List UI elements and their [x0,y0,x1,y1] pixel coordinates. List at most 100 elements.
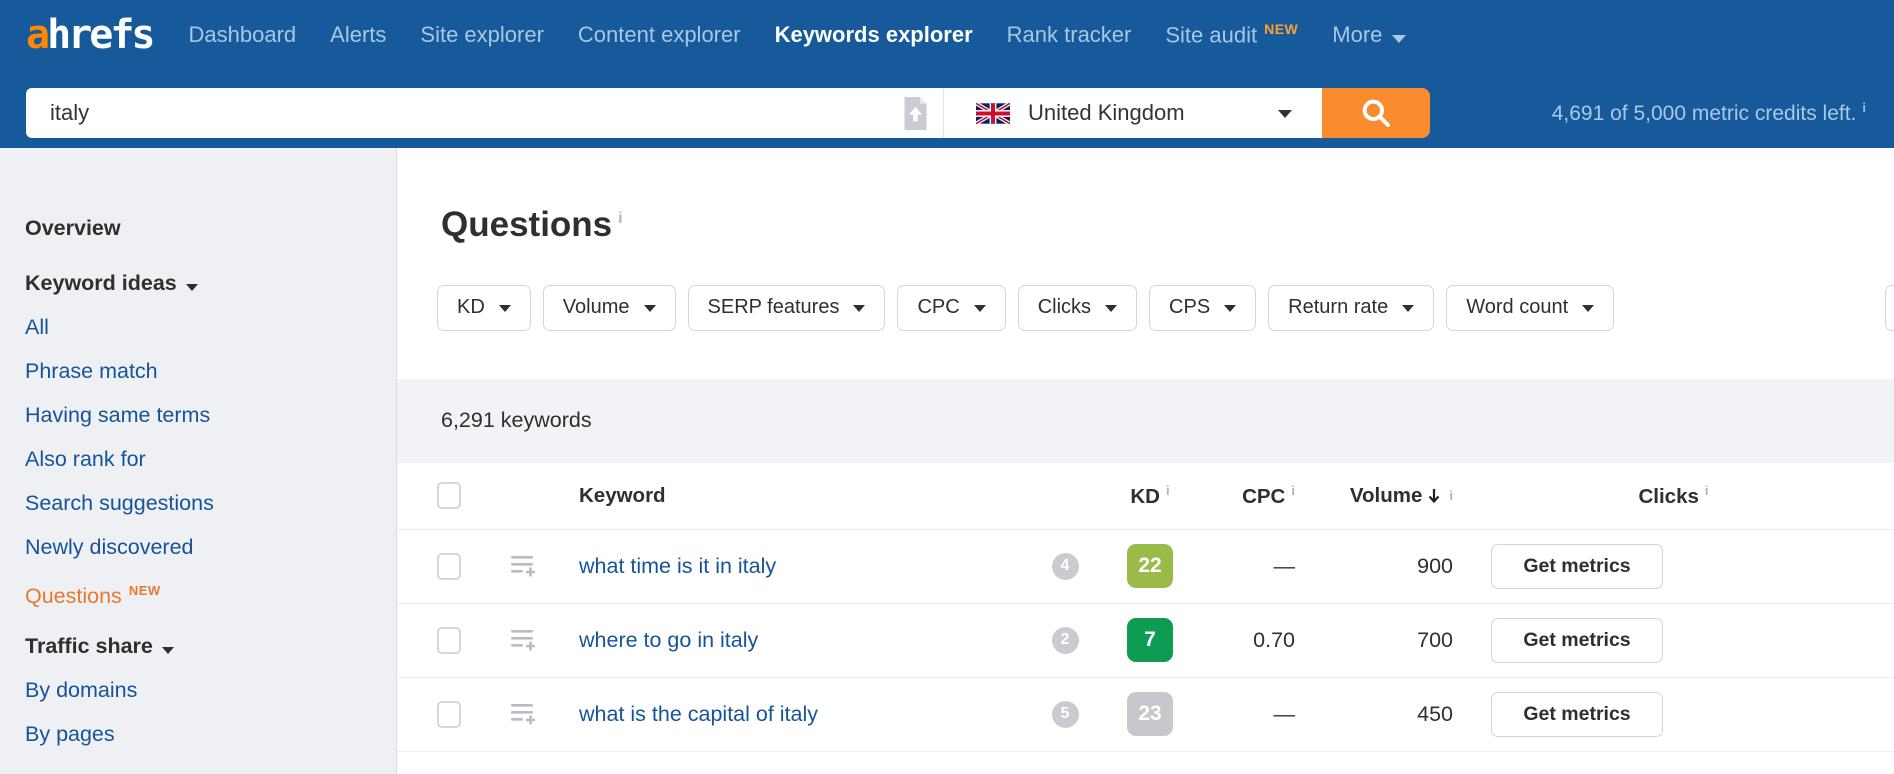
sidebar-item-questions[interactable]: QuestionsNEW [25,569,396,613]
add-to-list-icon[interactable] [509,553,569,580]
sidebar-group-traffic-share[interactable]: Traffic share [25,624,396,668]
info-icon[interactable]: i [1166,483,1170,498]
get-metrics-button[interactable]: Get metrics [1491,618,1663,663]
row-checkbox[interactable] [437,553,461,580]
kd-badge: 22 [1127,544,1173,588]
nav-rank-tracker[interactable]: Rank tracker [1007,22,1132,48]
serp-features-badge: 4 [1052,553,1079,580]
filter-cps[interactable]: CPS [1149,285,1256,331]
chevron-down-icon [162,647,174,654]
chevron-down-icon [1278,110,1292,118]
uk-flag-icon [976,102,1010,125]
main-panel: Questionsi KD Volume SERP features CPC C… [397,148,1894,774]
nav-site-audit[interactable]: Site auditNEW [1165,21,1298,48]
nav-alerts[interactable]: Alerts [330,22,386,48]
main-nav: ahrefs Dashboard Alerts Site explorer Co… [0,0,1894,70]
filter-serp-features[interactable]: SERP features [688,285,886,331]
sidebar-item-overview[interactable]: Overview [25,206,396,250]
col-header-volume[interactable]: Volume i [1295,484,1453,508]
filter-volume[interactable]: Volume [543,285,676,331]
sidebar-item-by-pages[interactable]: By pages [25,712,396,756]
page-title: Questionsi [441,206,1894,245]
kd-badge: 7 [1127,618,1173,662]
country-label: United Kingdom [1028,100,1185,126]
volume-value: 450 [1295,702,1453,727]
table-header: Keyword KDi CPCi Volume i Clicksi [397,463,1894,530]
cpc-value: 0.70 [1199,628,1295,653]
results-count-band: 6,291 keywords [397,379,1894,463]
nav-content-explorer[interactable]: Content explorer [578,22,741,48]
keyword-link[interactable]: where to go in italy [579,628,758,652]
chevron-down-icon [1224,305,1236,312]
new-badge: NEW [1264,21,1298,37]
keyword-link[interactable]: what time is it in italy [579,554,776,578]
get-metrics-button[interactable]: Get metrics [1491,544,1663,589]
filter-kd[interactable]: KD [437,285,531,331]
serp-features-badge: 2 [1052,627,1079,654]
cpc-value: — [1199,554,1295,579]
sidebar-group-keyword-ideas[interactable]: Keyword ideas [25,261,396,305]
col-header-kd[interactable]: KDi [1101,483,1199,509]
logo-rest: hrefs [47,12,152,58]
volume-value: 700 [1295,628,1453,653]
sidebar-item-all[interactable]: All [25,305,396,349]
table-row: what is the capital of italy 5 23 — 450 … [397,678,1894,752]
nav-items: Dashboard Alerts Site explorer Content e… [189,21,1407,48]
sidebar-item-newly-discovered[interactable]: Newly discovered [25,525,396,569]
chevron-down-icon [853,305,865,312]
keyword-search-input[interactable]: italy [26,88,943,138]
chevron-down-icon [499,305,511,312]
filter-cpc[interactable]: CPC [897,285,1005,331]
chevron-down-icon [186,284,198,291]
info-icon[interactable]: i [618,210,622,227]
sidebar-item-having-same-terms[interactable]: Having same terms [25,393,396,437]
info-icon[interactable]: i [1862,100,1866,115]
sidebar-item-phrase-match[interactable]: Phrase match [25,349,396,393]
logo-a: a [26,12,47,58]
chevron-down-icon [1392,35,1406,43]
keywords-count: 6,291 keywords [441,408,592,433]
sidebar-item-also-rank-for[interactable]: Also rank for [25,437,396,481]
nav-site-explorer[interactable]: Site explorer [420,22,544,48]
chevron-down-icon [1582,305,1594,312]
nav-more[interactable]: More [1332,22,1406,48]
chevron-down-icon [974,305,986,312]
keyword-link[interactable]: what is the capital of italy [579,702,818,726]
filter-word-count[interactable]: Word count [1446,285,1614,331]
ahrefs-logo[interactable]: ahrefs [26,15,153,55]
search-icon [1360,97,1392,129]
nav-keywords-explorer[interactable]: Keywords explorer [775,22,973,48]
filter-clicks[interactable]: Clicks [1018,285,1137,331]
volume-value: 900 [1295,554,1453,579]
row-checkbox[interactable] [437,701,461,728]
chevron-down-icon [1105,305,1117,312]
search-bar: italy United Kingdom [26,88,1894,138]
sort-desc-icon [1427,487,1441,505]
nav-dashboard[interactable]: Dashboard [189,22,297,48]
sidebar-item-by-domains[interactable]: By domains [25,668,396,712]
chevron-down-icon [1402,305,1414,312]
top-bar: ahrefs Dashboard Alerts Site explorer Co… [0,0,1894,148]
col-header-cpc[interactable]: CPCi [1199,483,1295,509]
country-selector[interactable]: United Kingdom [943,88,1322,138]
chevron-down-icon [644,305,656,312]
serp-features-badge: 5 [1052,701,1079,728]
table-row: where to go in italy 2 7 0.70 700 Get me… [397,604,1894,678]
add-to-list-icon[interactable] [509,701,569,728]
search-query-text: italy [50,100,89,126]
add-to-list-icon[interactable] [509,627,569,654]
filter-return-rate[interactable]: Return rate [1268,285,1434,331]
get-metrics-button[interactable]: Get metrics [1491,692,1663,737]
filter-button-partial[interactable] [1885,285,1894,331]
info-icon[interactable]: i [1705,483,1709,498]
new-badge: NEW [129,583,161,598]
select-all-checkbox[interactable] [437,482,461,509]
row-checkbox[interactable] [437,627,461,654]
col-header-clicks[interactable]: Clicksi [1453,483,1894,509]
metric-credits: 4,691 of 5,000 metric credits left.i [1552,100,1866,126]
search-button[interactable] [1322,88,1430,138]
cpc-value: — [1199,702,1295,727]
file-upload-icon[interactable] [902,97,929,130]
sidebar-item-search-suggestions[interactable]: Search suggestions [25,481,396,525]
table-row: what time is it in italy 4 22 — 900 Get … [397,530,1894,604]
